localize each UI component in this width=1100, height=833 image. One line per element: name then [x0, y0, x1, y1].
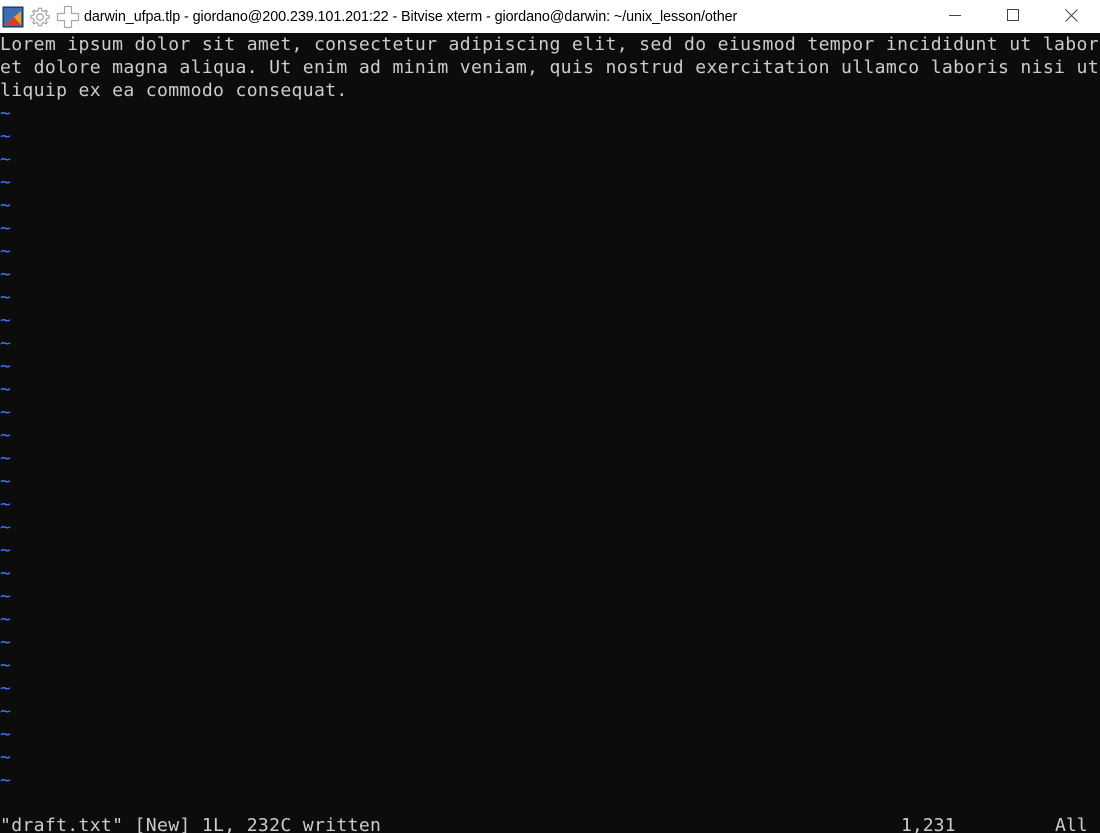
terminal-screen[interactable]: Lorem ipsum dolor sit amet, consectetur … — [0, 33, 1100, 833]
vim-status-line: "draft.txt" [New] 1L, 232C written 1,231… — [0, 814, 1100, 833]
status-message: "draft.txt" [New] 1L, 232C written — [0, 815, 382, 833]
buffer-line: Lorem ipsum dolor sit amet, consectetur … — [0, 34, 1100, 55]
plus-icon[interactable] — [54, 0, 82, 33]
empty-line-tilde: ~ — [0, 264, 11, 285]
bitvise-app-icon[interactable] — [0, 0, 26, 33]
empty-line-tilde: ~ — [0, 356, 11, 377]
empty-line-tilde: ~ — [0, 241, 11, 262]
empty-line-tilde: ~ — [0, 678, 11, 699]
empty-line-tilde: ~ — [0, 425, 11, 446]
minimize-icon[interactable] — [926, 0, 984, 30]
empty-line-tilde: ~ — [0, 103, 11, 124]
buffer-line: liquip ex ea commodo consequat. — [0, 80, 348, 101]
buffer-line: et dolore magna aliqua. Ut enim ad minim… — [0, 57, 1100, 78]
empty-line-tilde: ~ — [0, 172, 11, 193]
empty-line-tilde: ~ — [0, 310, 11, 331]
empty-line-tilde: ~ — [0, 747, 11, 768]
empty-line-tilde: ~ — [0, 333, 11, 354]
title-bar[interactable]: darwin_ufpa.tlp - giordano@200.239.101.2… — [0, 0, 1100, 33]
close-icon[interactable] — [1042, 0, 1100, 30]
scroll-indicator: All — [1055, 815, 1088, 833]
empty-line-tilde: ~ — [0, 563, 11, 584]
empty-line-tilde: ~ — [0, 471, 11, 492]
maximize-icon[interactable] — [984, 0, 1042, 30]
empty-line-tilde: ~ — [0, 149, 11, 170]
terminal-window: darwin_ufpa.tlp - giordano@200.239.101.2… — [0, 0, 1100, 833]
empty-line-tilde: ~ — [0, 770, 11, 791]
empty-line-tilde: ~ — [0, 126, 11, 147]
cursor-position: 1,231 — [901, 815, 956, 833]
empty-line-tilde: ~ — [0, 540, 11, 561]
window-title: darwin_ufpa.tlp - giordano@200.239.101.2… — [84, 8, 738, 25]
window-controls — [926, 0, 1100, 30]
empty-line-tilde: ~ — [0, 448, 11, 469]
empty-line-tilde: ~ — [0, 724, 11, 745]
empty-line-tilde: ~ — [0, 701, 11, 722]
empty-line-tilde: ~ — [0, 655, 11, 676]
empty-line-tilde: ~ — [0, 379, 11, 400]
empty-line-tilde: ~ — [0, 632, 11, 653]
empty-line-tilde: ~ — [0, 218, 11, 239]
empty-line-tilde: ~ — [0, 402, 11, 423]
empty-line-tilde: ~ — [0, 195, 11, 216]
empty-line-tilde: ~ — [0, 287, 11, 308]
empty-line-tilde: ~ — [0, 609, 11, 630]
empty-line-tilde: ~ — [0, 586, 11, 607]
empty-line-tilde: ~ — [0, 494, 11, 515]
empty-line-tilde: ~ — [0, 517, 11, 538]
gear-icon[interactable] — [26, 0, 54, 33]
